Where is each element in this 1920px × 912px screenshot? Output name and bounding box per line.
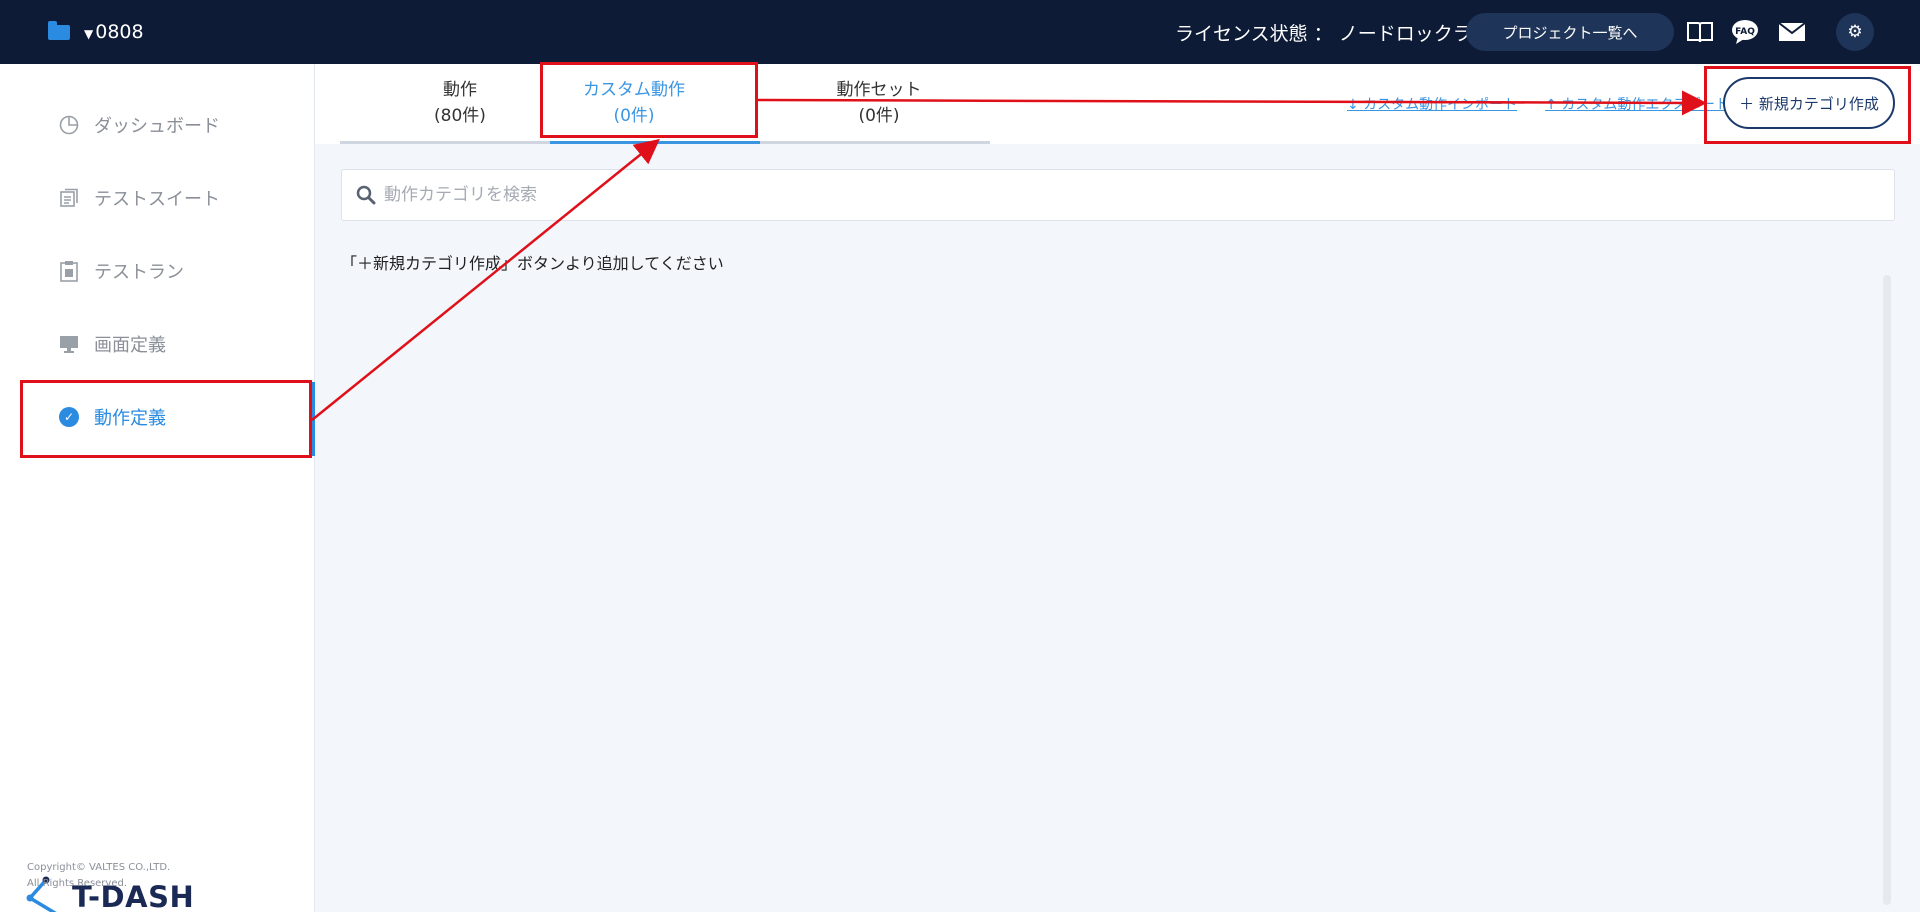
copyright: Copyright© VALTES CO.,LTD. All Rights Re… — [27, 860, 170, 892]
annotation-box-custom-tab — [540, 62, 758, 138]
import-export-links: ↓ カスタム動作インポート ↑ カスタム動作エクスポート — [1347, 94, 1729, 114]
sidebar-item-label: テストラン — [94, 262, 184, 283]
category-search — [341, 169, 1895, 221]
tab-action-sets[interactable]: 動作セット (0件) — [809, 77, 949, 129]
tab-label: 動作セット — [836, 80, 922, 100]
search-icon — [356, 185, 376, 205]
project-name: 0808 — [95, 21, 144, 43]
sidebar: ダッシュボード テストスイート テストラン 画面定義 ✓ 動作定義 T-DASH — [0, 64, 315, 912]
pie-chart-icon — [58, 114, 80, 136]
sidebar-item-screen-definition[interactable]: 画面定義 — [58, 331, 166, 357]
scrollbar[interactable] — [1883, 275, 1891, 905]
search-input[interactable] — [384, 185, 1864, 205]
tab-actions[interactable]: 動作 (80件) — [405, 77, 515, 129]
mail-icon[interactable] — [1776, 16, 1808, 48]
tab-label: 動作 — [443, 80, 477, 100]
project-list-button[interactable]: プロジェクト一覧へ — [1466, 13, 1674, 51]
monitor-icon — [58, 333, 80, 355]
export-custom-action-link[interactable]: ↑ カスタム動作エクスポート — [1545, 94, 1729, 114]
faq-icon[interactable]: FAQ — [1729, 16, 1761, 48]
sidebar-item-label: 画面定義 — [94, 335, 166, 356]
tab-divider — [340, 141, 550, 144]
copyright-line: Copyright© VALTES CO.,LTD. — [27, 862, 171, 873]
copyright-line: All Rights Reserved. — [27, 878, 128, 889]
annotation-box-sidebar-item — [20, 380, 312, 458]
sidebar-item-dashboard[interactable]: ダッシュボード — [58, 112, 220, 138]
tab-active-underline — [550, 141, 760, 144]
caret-down-icon: ▼ — [84, 27, 94, 41]
sidebar-item-test-run[interactable]: テストラン — [58, 258, 184, 284]
folder-icon — [48, 20, 70, 40]
sidebar-item-label: テストスイート — [94, 189, 220, 210]
clipboard-icon — [58, 260, 80, 282]
manual-book-icon[interactable] — [1684, 16, 1716, 48]
import-custom-action-link[interactable]: ↓ カスタム動作インポート — [1347, 94, 1517, 114]
sidebar-item-test-suite[interactable]: テストスイート — [58, 185, 220, 211]
document-list-icon — [58, 187, 80, 209]
top-bar: ▼ 0808 ライセンス状態 ： ノードロックライセンス プロジェクト一覧へ FA… — [0, 0, 1920, 64]
empty-hint: 「＋新規カテゴリ作成」ボタンより追加してください — [341, 254, 724, 273]
tab-divider — [760, 141, 990, 144]
annotation-box-new-category — [1704, 66, 1911, 144]
settings-gear-icon[interactable]: ⚙ — [1836, 13, 1874, 51]
svg-text:FAQ: FAQ — [1735, 27, 1755, 37]
project-selector[interactable]: ▼ 0808 — [48, 0, 144, 64]
tab-count: (80件) — [434, 106, 486, 126]
sidebar-item-label: ダッシュボード — [94, 116, 220, 137]
tab-count: (0件) — [858, 106, 900, 126]
